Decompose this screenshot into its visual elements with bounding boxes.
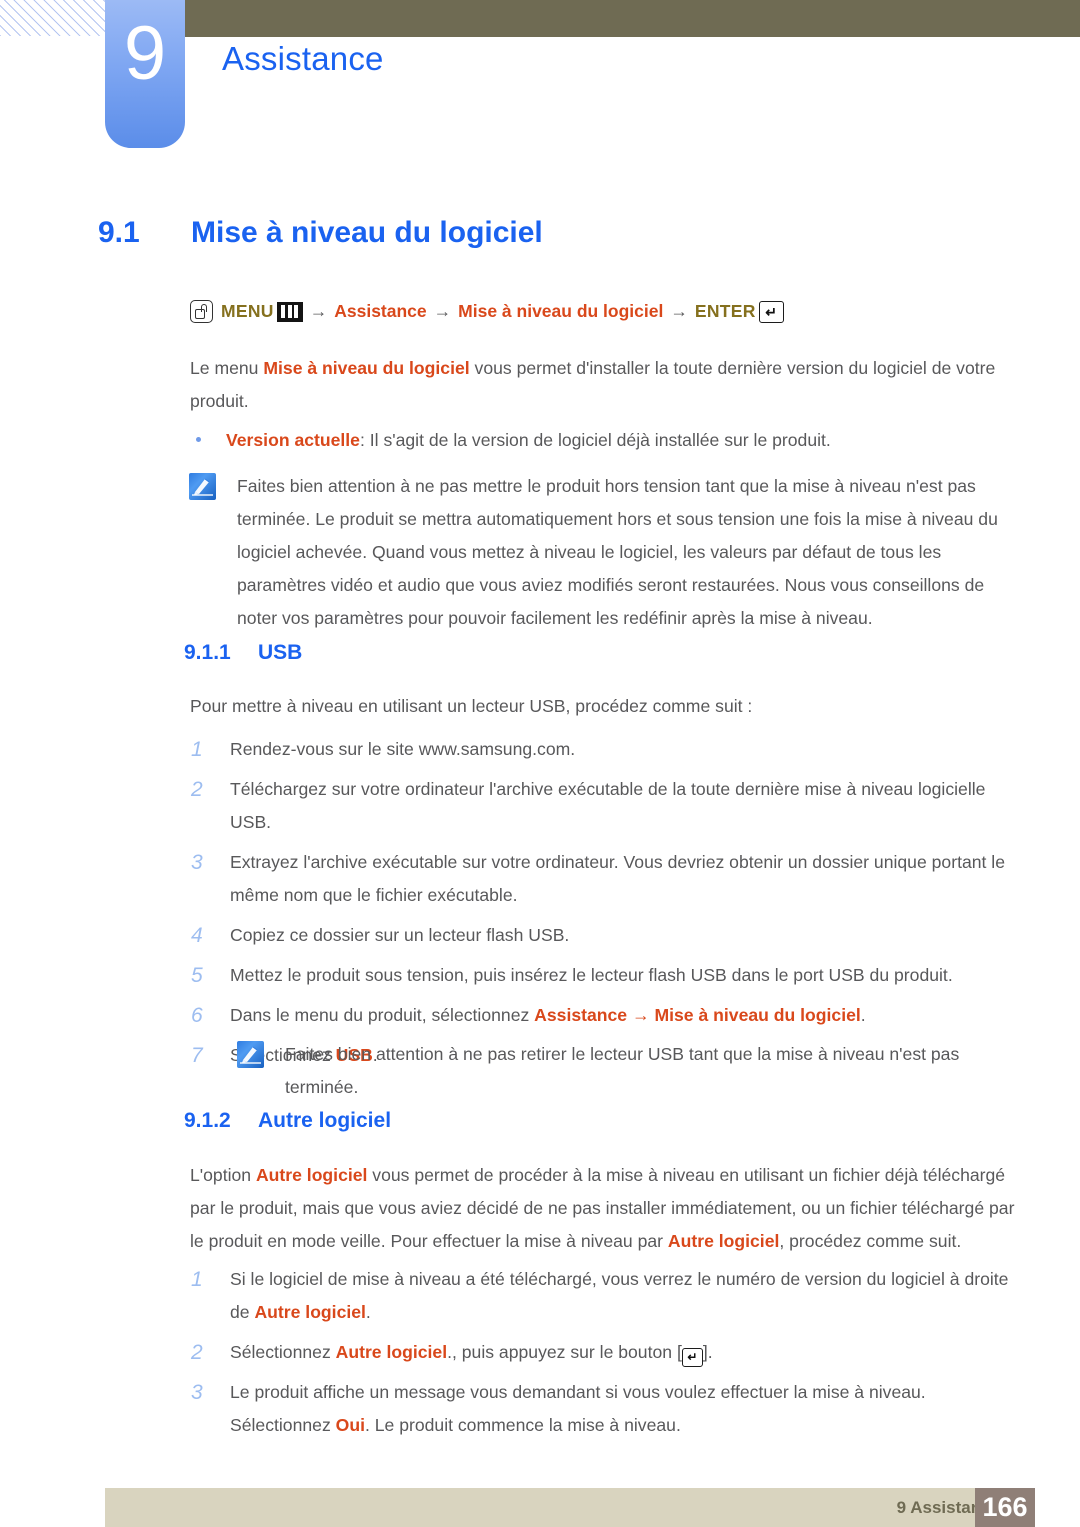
subsection-heading-other-software: 9.1.2 Autre logiciel	[184, 1109, 391, 1133]
list-item: 2 Sélectionnez Autre logiciel., puis app…	[189, 1336, 1019, 1369]
list-item-highlight-oui: Oui	[335, 1415, 365, 1435]
list-item: 3 Le produit affiche un message vous dem…	[189, 1376, 1019, 1442]
intro-text-before: Le menu	[190, 358, 264, 378]
list-item-number: 1	[191, 1268, 203, 1291]
subsection-heading-usb: 9.1.1 USB	[184, 641, 302, 665]
footer-bar	[105, 1488, 1035, 1527]
subsection-number-other-software: 9.1.2	[184, 1109, 231, 1132]
bullet-item-current-version: Version actuelle: Il s'agit de la versio…	[196, 424, 1016, 457]
list-item-midtext: .,	[447, 1342, 457, 1362]
page-number: 166	[975, 1488, 1035, 1527]
note-1-text: Faites bien attention à ne pas mettre le…	[237, 476, 998, 628]
list-item: 1 Rendez-vous sur le site www.samsung.co…	[189, 733, 1019, 766]
section-heading: 9.1 Mise à niveau du logiciel	[98, 216, 543, 250]
chapter-title: Assistance	[222, 40, 384, 77]
chapter-number-tab: 9	[105, 0, 185, 148]
note-box-1: Faites bien attention à ne pas mettre le…	[189, 470, 1014, 635]
press-button-icon	[190, 300, 213, 323]
chapter-number: 9	[123, 11, 167, 96]
list-item-number: 2	[191, 1341, 203, 1364]
list-item-number: 6	[191, 1004, 203, 1027]
other-software-intro-paragraph: L'option Autre logiciel vous permet de p…	[190, 1159, 1015, 1258]
menu-path: MENU → Assistance → Mise à niveau du log…	[190, 300, 784, 323]
enter-label: ENTER	[694, 301, 756, 321]
subsection-title-usb: USB	[258, 641, 303, 664]
list-item-text: Extrayez l'archive exécutable sur votre …	[230, 852, 1005, 905]
path-arrow-1: →	[309, 301, 328, 321]
list-item-text: Mettez le produit sous tension, puis ins…	[230, 965, 953, 985]
corner-hatch-decoration	[0, 0, 108, 36]
list-item: 2 Téléchargez sur votre ordinateur l'arc…	[189, 773, 1019, 839]
intro-highlight: Mise à niveau du logiciel	[263, 358, 470, 378]
list-item-text-after: .	[860, 1005, 866, 1025]
list-item-highlight-other-software: Autre logiciel	[254, 1302, 366, 1322]
list-item-number: 2	[191, 778, 203, 801]
list-item-number: 1	[191, 738, 203, 761]
usb-steps-list: 1 Rendez-vous sur le site www.samsung.co…	[189, 733, 1019, 1072]
note-pencil-icon	[237, 1041, 264, 1068]
subsection-title-other-software: Autre logiciel	[258, 1109, 392, 1132]
list-item: 5 Mettez le produit sous tension, puis i…	[189, 959, 1019, 992]
list-item-number: 3	[191, 851, 203, 874]
other-intro-highlight-2: Autre logiciel	[667, 1231, 780, 1251]
note-pencil-icon	[189, 473, 216, 500]
list-item-number: 3	[191, 1381, 203, 1404]
list-item-text-after: .	[365, 1302, 371, 1322]
other-intro-part1: L'option	[190, 1165, 256, 1185]
list-item-number: 4	[191, 924, 203, 947]
bullet-highlight: Version actuelle	[226, 430, 360, 450]
enter-button-icon: ↵	[681, 1347, 703, 1367]
menu-label: MENU	[221, 301, 274, 321]
list-item: 4 Copiez ce dossier sur un lecteur flash…	[189, 919, 1019, 952]
intro-paragraph: Le menu Mise à niveau du logiciel vous p…	[190, 352, 1010, 418]
menu-button-icon	[276, 301, 303, 322]
list-item: 3 Extrayez l'archive exécutable sur votr…	[189, 846, 1019, 912]
header-bar	[185, 0, 1080, 37]
list-item-text: Téléchargez sur votre ordinateur l'archi…	[230, 779, 986, 832]
list-item-text-before: Dans le menu du produit, sélectionnez	[230, 1005, 535, 1025]
menu-path-item-assistance: Assistance	[334, 301, 427, 321]
list-item-highlight-assistance: Assistance	[534, 1005, 628, 1025]
note-box-2: Faites bien attention à ne pas retirer l…	[237, 1038, 1027, 1104]
other-software-steps-list: 1 Si le logiciel de mise à niveau a été …	[189, 1263, 1019, 1442]
list-item: 6 Dans le menu du produit, sélectionnez …	[189, 999, 1019, 1032]
section-number: 9.1	[98, 216, 140, 249]
list-item-text-end: ].	[702, 1342, 713, 1362]
list-item-highlight-software-upgrade: Mise à niveau du logiciel	[654, 1005, 861, 1025]
list-item-number: 7	[191, 1044, 203, 1067]
path-arrow-2: →	[433, 301, 452, 321]
list-item-text-after: puis appuyez sur le bouton [	[456, 1342, 682, 1362]
menu-path-item-software-upgrade: Mise à niveau du logiciel	[458, 301, 664, 321]
bullet-dot-icon	[196, 437, 201, 442]
note-2-text: Faites bien attention à ne pas retirer l…	[285, 1044, 960, 1097]
list-item-text: Copiez ce dossier sur un lecteur flash U…	[230, 925, 570, 945]
usb-intro-paragraph: Pour mettre à niveau en utilisant un lec…	[190, 696, 753, 716]
other-intro-part3: , procédez comme suit.	[779, 1231, 962, 1251]
list-item: 1 Si le logiciel de mise à niveau a été …	[189, 1263, 1019, 1329]
list-item-number: 5	[191, 964, 203, 987]
section-title: Mise à niveau du logiciel	[191, 216, 543, 249]
path-arrow-3: →	[670, 301, 688, 321]
list-item-highlight-other-software: Autre logiciel	[335, 1342, 448, 1362]
list-item-text-before: Sélectionnez	[230, 1342, 336, 1362]
subsection-number-usb: 9.1.1	[184, 641, 231, 664]
list-item-text: Rendez-vous sur le site www.samsung.com.	[230, 739, 576, 759]
other-intro-highlight-1: Autre logiciel	[255, 1165, 368, 1185]
list-item-arrow: →	[627, 1005, 655, 1025]
list-item-text-after: . Le produit commence la mise à niveau.	[364, 1415, 681, 1435]
bullet-rest: : Il s'agit de la version de logiciel dé…	[359, 430, 831, 450]
enter-button-icon: ↵	[758, 300, 784, 323]
bullet-text: Version actuelle: Il s'agit de la versio…	[226, 424, 1016, 457]
